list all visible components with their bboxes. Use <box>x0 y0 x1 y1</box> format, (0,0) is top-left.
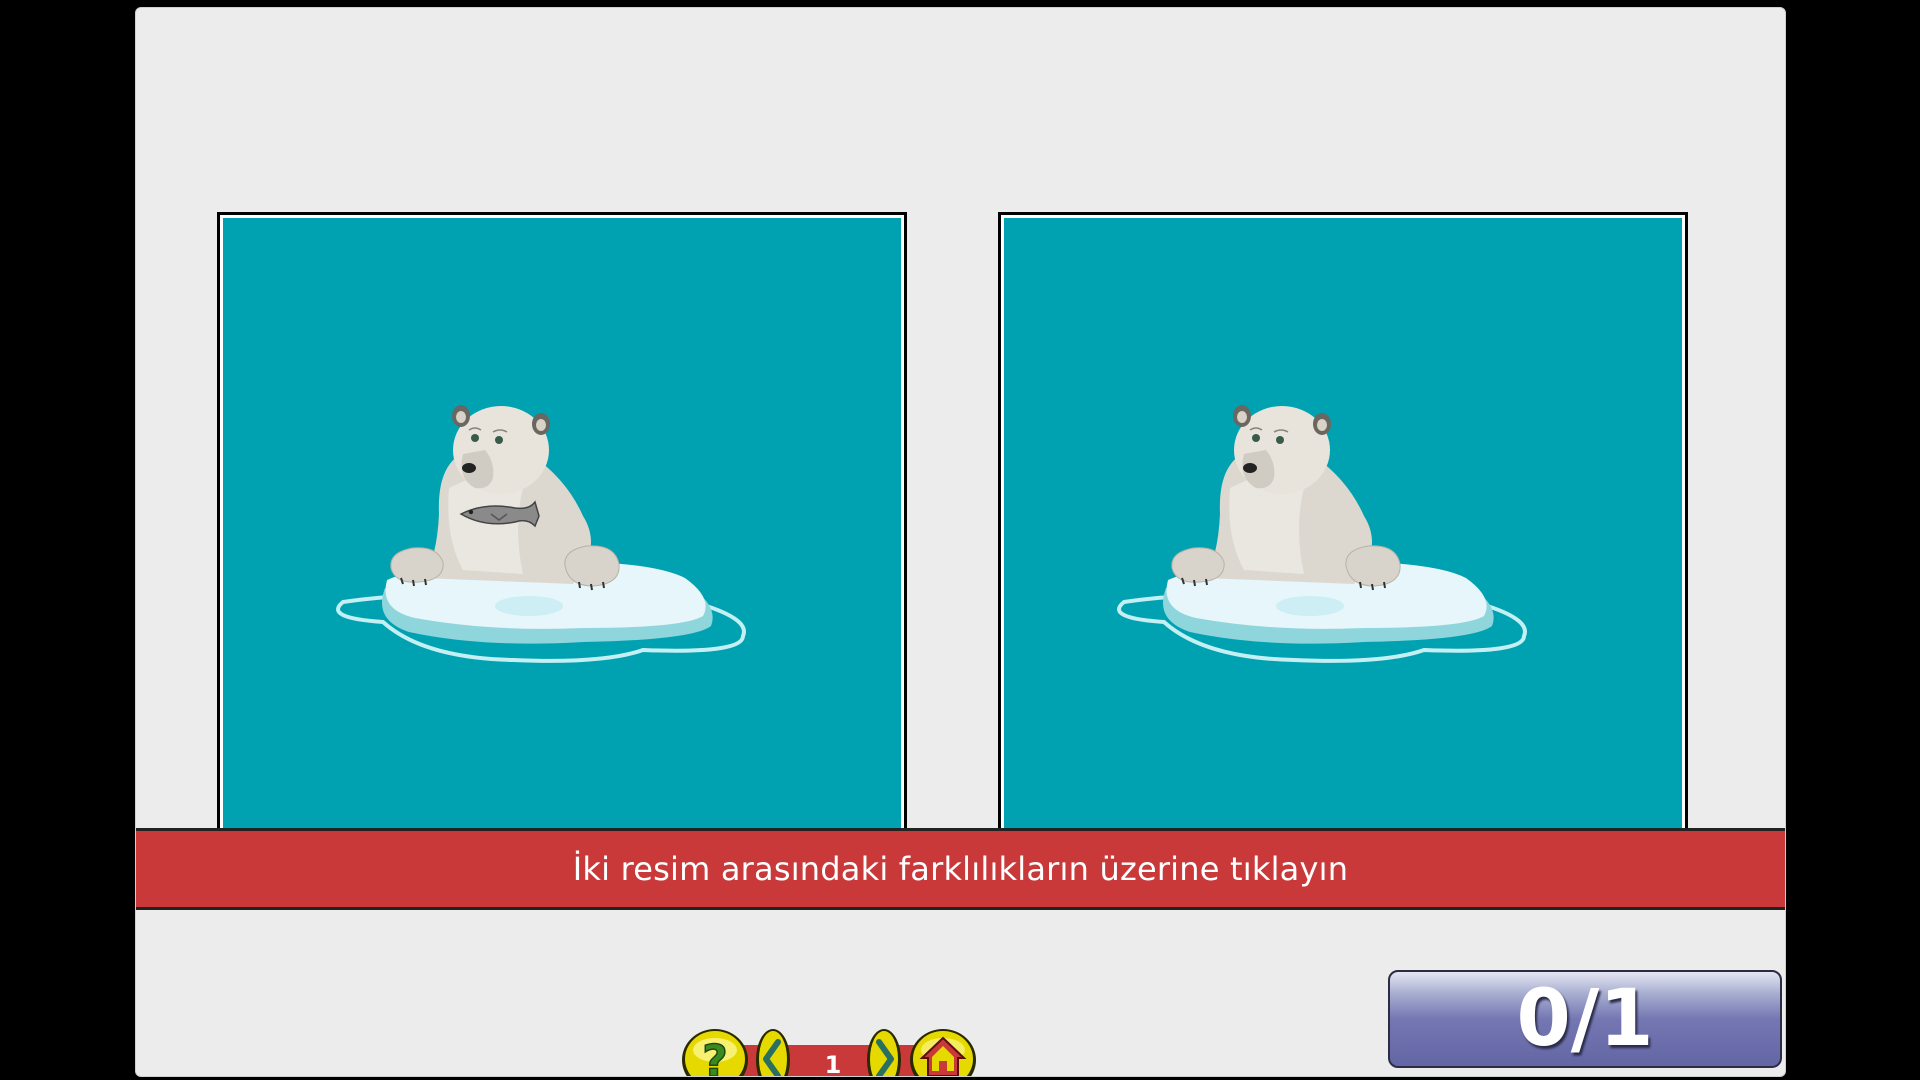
svg-text:?: ? <box>702 1036 728 1077</box>
right-picture-scene[interactable] <box>1004 218 1682 869</box>
previous-button[interactable] <box>755 1024 791 1076</box>
polar-bear-illustration <box>1117 405 1527 663</box>
left-picture-scene[interactable] <box>223 218 901 869</box>
game-stage: İki resim arasındaki farklılıkların üzer… <box>135 7 1786 1077</box>
left-picture-panel[interactable] <box>217 212 907 872</box>
home-button[interactable] <box>908 1024 978 1076</box>
right-picture-panel[interactable] <box>998 212 1688 872</box>
score-text: 0/1 <box>1516 974 1654 1064</box>
polar-bear-illustration <box>336 405 746 663</box>
score-display: 0/1 <box>1388 970 1782 1068</box>
home-icon <box>910 1029 976 1076</box>
instruction-banner: İki resim arasındaki farklılıkların üzer… <box>136 828 1785 910</box>
instruction-text: İki resim arasındaki farklılıkların üzer… <box>572 850 1349 888</box>
page-number: 1 <box>824 1051 842 1077</box>
help-icon: ? <box>682 1029 748 1077</box>
help-button[interactable]: ? <box>680 1024 750 1077</box>
navigation-controls: ? 1 <box>680 1015 980 1077</box>
previous-arrow-icon <box>756 1029 790 1076</box>
next-button[interactable] <box>866 1024 902 1076</box>
next-arrow-icon <box>867 1029 901 1076</box>
